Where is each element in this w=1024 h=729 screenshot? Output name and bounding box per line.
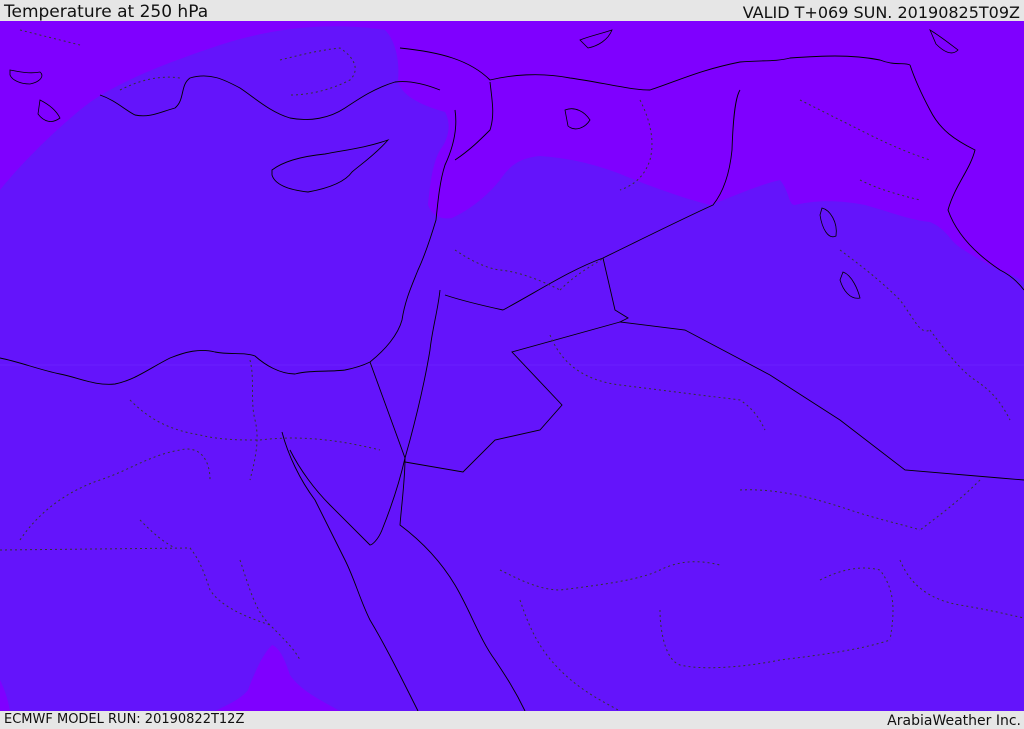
header-bar: Temperature at 250 hPa VALID T+069 SUN. … [0, 0, 1024, 22]
credit-label: ArabiaWeather Inc. [887, 713, 1021, 729]
weather-map[interactable] [0, 21, 1024, 711]
valid-time: VALID T+069 SUN. 20190825T09Z [742, 3, 1020, 22]
model-run: ECMWF MODEL RUN: 20190822T12Z [4, 712, 245, 727]
footer-bar: ECMWF MODEL RUN: 20190822T12Z ArabiaWeat… [0, 711, 1024, 729]
map-title: Temperature at 250 hPa [4, 2, 209, 22]
